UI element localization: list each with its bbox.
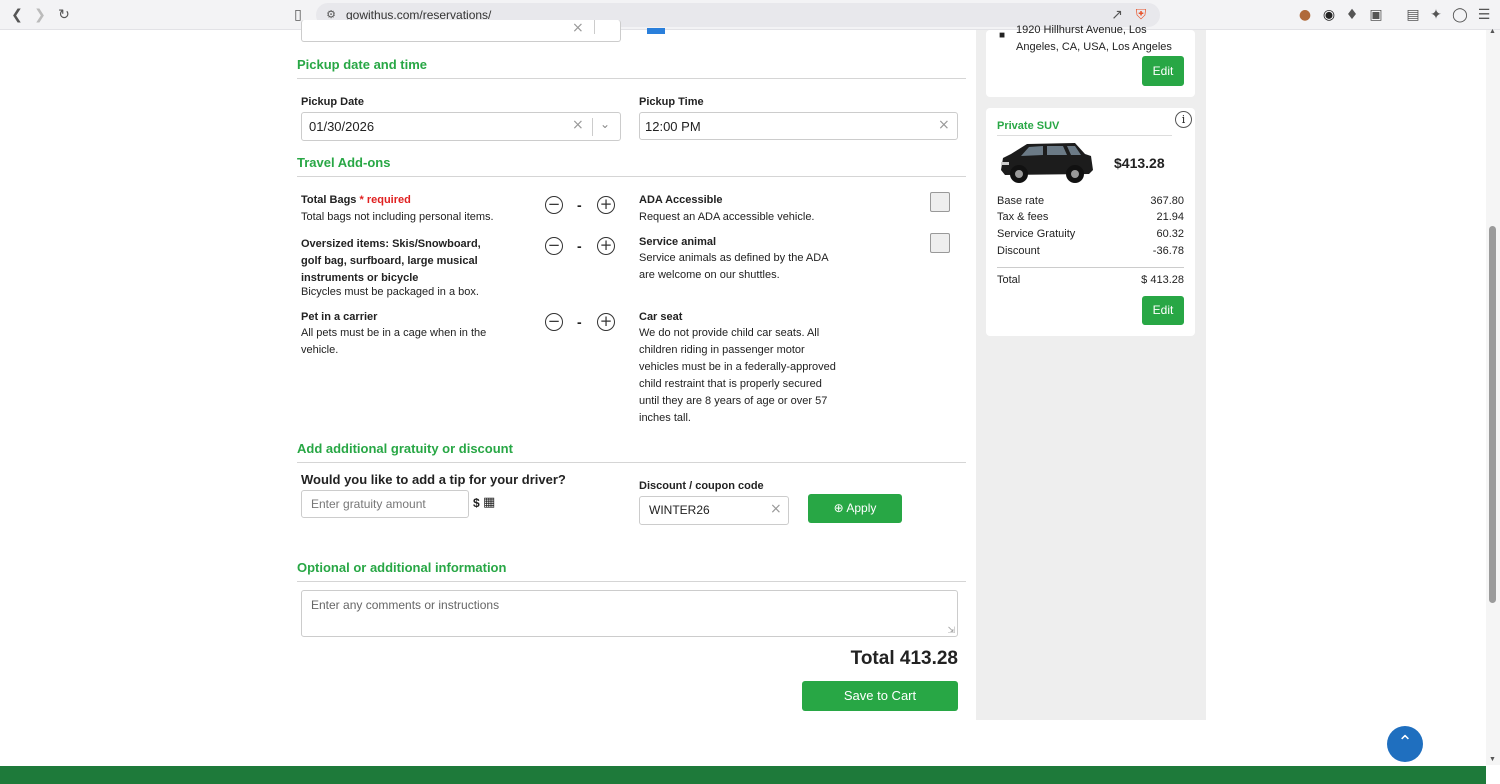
vehicle-price: $413.28 xyxy=(1114,155,1165,171)
edit-address-button[interactable]: Edit xyxy=(1142,56,1184,86)
price-row-label: Discount xyxy=(997,245,1040,257)
suv-image xyxy=(1001,143,1093,183)
divider xyxy=(297,462,966,463)
extension-icon[interactable]: ● xyxy=(1296,6,1314,24)
divider xyxy=(297,78,966,79)
discount-value: WINTER26 xyxy=(649,503,710,517)
discount-input[interactable]: WINTER26 × xyxy=(639,496,789,525)
price-row-label: Tax & fees xyxy=(997,211,1049,223)
price-row-value: 21.94 xyxy=(1156,211,1184,223)
plus-circle-icon: ⊕ xyxy=(833,501,844,515)
section-title-addons: Travel Add-ons xyxy=(297,155,391,170)
address-card: ■ 1920 Hillhurst Avenue, Los Angeles, CA… xyxy=(986,24,1195,97)
plus-icon[interactable]: + xyxy=(597,237,615,255)
gratuity-input[interactable]: Enter gratuity amount xyxy=(301,490,469,518)
building-icon: ■ xyxy=(999,30,1006,41)
ada-checkbox[interactable] xyxy=(930,192,950,212)
ada-title: ADA Accessible xyxy=(639,194,723,206)
currency-symbol: $ xyxy=(473,496,480,510)
apply-button[interactable]: ⊕ Apply xyxy=(808,494,902,523)
car-seat-desc: We do not provide child car seats. All c… xyxy=(639,327,836,424)
wallet-icon[interactable]: ▤ xyxy=(1404,6,1422,24)
clear-icon[interactable]: × xyxy=(770,501,782,517)
vehicle-name: Private SUV xyxy=(997,120,1060,132)
info-icon[interactable]: i xyxy=(1175,111,1192,128)
divider xyxy=(297,581,966,582)
pet-title: Pet in a carrier xyxy=(301,311,378,323)
vehicle-card: Private SUV i $413.28 Base rate 367.80 T… xyxy=(986,108,1195,336)
passengers-select[interactable]: × xyxy=(301,20,621,42)
back-icon[interactable]: ❮ xyxy=(8,6,26,24)
clear-icon[interactable]: × xyxy=(572,117,584,133)
menu-icon[interactable]: ☰ xyxy=(1475,6,1493,24)
pickup-date-label: Pickup Date xyxy=(301,96,364,108)
pickup-time-label: Pickup Time xyxy=(639,96,704,108)
scrollbar-track[interactable]: ▲ ▼ xyxy=(1486,28,1500,765)
price-row-label: Base rate xyxy=(997,195,1045,207)
forward-icon[interactable]: ❯ xyxy=(31,6,49,24)
total-bags-desc: Total bags not including personal items. xyxy=(301,211,494,223)
order-total: Total 413.28 xyxy=(850,648,958,669)
scroll-up-icon[interactable]: ▲ xyxy=(1489,28,1496,35)
oversized-count: - xyxy=(577,238,582,254)
pickup-date-select[interactable]: 01/30/2026 × ⌄ xyxy=(301,112,621,141)
price-row-label: Service Gratuity xyxy=(997,228,1076,240)
chevron-down-icon[interactable]: ⌄ xyxy=(600,117,610,131)
section-title-gratuity: Add additional gratuity or discount xyxy=(297,441,513,456)
tip-question: Would you like to add a tip for your dri… xyxy=(301,472,566,487)
reload-icon[interactable]: ↻ xyxy=(55,6,73,24)
plus-icon[interactable]: + xyxy=(597,313,615,331)
discount-label: Discount / coupon code xyxy=(639,480,764,492)
scrollbar-thumb[interactable] xyxy=(1489,226,1496,603)
calculator-icon[interactable]: ▦ xyxy=(483,495,495,510)
pickup-date-value: 01/30/2026 xyxy=(309,119,375,134)
vpn-icon[interactable]: ◯ xyxy=(1451,6,1469,24)
divider xyxy=(297,176,966,177)
required-marker: * required xyxy=(359,194,411,206)
clear-icon[interactable]: × xyxy=(938,117,950,133)
total-bags-title: Total Bags * required xyxy=(301,194,411,206)
section-title-pickup: Pickup date and time xyxy=(297,57,428,72)
oversized-title: Oversized items: Skis/Snowboard, golf ba… xyxy=(301,238,481,284)
puzzle-icon[interactable]: ♦ xyxy=(1343,6,1361,24)
extension-w-icon[interactable]: ◉ xyxy=(1320,6,1338,24)
section-title-info: Optional or additional information xyxy=(297,560,507,575)
gratuity-placeholder: Enter gratuity amount xyxy=(311,497,426,511)
leo-ai-icon[interactable]: ✦ xyxy=(1427,6,1445,24)
minus-icon[interactable]: − xyxy=(545,313,563,331)
chevron-up-icon: ⌃ xyxy=(1397,732,1413,753)
scroll-down-icon[interactable]: ▼ xyxy=(1489,756,1496,763)
service-animal-checkbox[interactable] xyxy=(930,233,950,253)
service-animal-title: Service animal xyxy=(639,236,717,248)
service-animal-desc: Service animals as defined by the ADA ar… xyxy=(639,252,829,281)
minus-icon[interactable]: − xyxy=(545,237,563,255)
checkbox-partial[interactable] xyxy=(647,28,665,34)
total-value: $ 413.28 xyxy=(1141,274,1184,286)
comments-textarea[interactable]: Enter any comments or instructions ⇲ xyxy=(301,590,958,637)
tab-search-icon[interactable]: ▣ xyxy=(1367,6,1385,24)
pet-desc: All pets must be in a cage when in the v… xyxy=(301,327,487,356)
pickup-time-input[interactable]: 12:00 PM × xyxy=(639,112,958,140)
address-text: 1920 Hillhurst Avenue, Los Angeles, CA, … xyxy=(1016,24,1172,53)
edit-vehicle-button[interactable]: Edit xyxy=(1142,296,1184,325)
scroll-top-button[interactable]: ⌃ xyxy=(1387,726,1423,762)
plus-icon[interactable]: + xyxy=(597,196,615,214)
resize-handle-icon[interactable]: ⇲ xyxy=(947,625,955,636)
pet-count: - xyxy=(577,314,582,330)
car-seat-title: Car seat xyxy=(639,311,683,323)
ada-desc: Request an ADA accessible vehicle. xyxy=(639,211,815,223)
oversized-desc: Bicycles must be packaged in a box. xyxy=(301,286,479,298)
footer-bar xyxy=(0,766,1486,784)
browser-toolbar: ❮ ❯ ↻ ▯ ⚙ gowithus.com/reservations/ ↗ ⛨… xyxy=(0,0,1500,30)
total-bags-count: - xyxy=(577,197,582,213)
price-row-value: -36.78 xyxy=(1152,245,1184,257)
pickup-time-value: 12:00 PM xyxy=(645,119,701,134)
comments-placeholder: Enter any comments or instructions xyxy=(311,598,500,612)
order-summary-sidebar: ■ 1920 Hillhurst Avenue, Los Angeles, CA… xyxy=(976,24,1206,720)
save-to-cart-button[interactable]: Save to Cart xyxy=(802,681,958,711)
total-label: Total xyxy=(997,274,1021,286)
price-row-value: 60.32 xyxy=(1156,228,1184,240)
price-row-value: 367.80 xyxy=(1150,195,1184,207)
minus-icon[interactable]: − xyxy=(545,196,563,214)
